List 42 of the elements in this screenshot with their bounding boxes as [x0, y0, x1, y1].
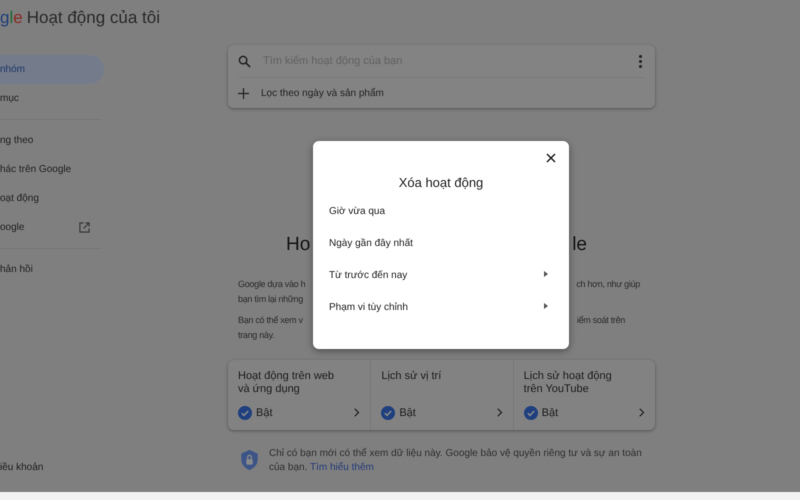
privacy-note: Chỉ có bạn mới có thể xem dữ liệu này. Google bảo vệ quyền riêng tư và sự an toàn của bạn. Tìm hiểu thêm: [269, 447, 643, 475]
chevron-right-icon: [354, 408, 360, 418]
card-title: Hoạt động trên web và ứng dụng: [238, 370, 336, 396]
shield-lock-icon: [240, 449, 259, 471]
activity-card[interactable]: Hoạt động trên web và ứng dụng Bật: [228, 360, 370, 430]
status-label: Bật: [256, 406, 274, 420]
sidebar-item[interactable]: mục: [0, 84, 104, 113]
paragraph-fragment: Google dựa vào h: [238, 278, 306, 291]
learn-more-link[interactable]: Tìm hiểu thêm: [310, 462, 374, 473]
dialog-option[interactable]: Giờ vừa qua: [313, 196, 569, 228]
app-title: Hoạt động của tôi: [26, 7, 160, 30]
paragraph-fragment: iểm soát trên: [576, 314, 625, 327]
logo: gle: [0, 7, 23, 30]
dialog-title: Xóa hoạt động: [398, 174, 484, 192]
activity-card[interactable]: Lịch sử hoạt động trên YouTube Bật: [512, 360, 655, 430]
paragraph-fragment: ch hơn, như giúp: [576, 278, 640, 291]
plus-icon[interactable]: [238, 88, 249, 98]
status-label: Bật: [542, 406, 560, 420]
terms-link[interactable]: iều khoản: [0, 460, 44, 475]
paragraph-fragment: bạn tìm lại những: [238, 293, 304, 306]
filter-link[interactable]: Lọc theo ngày và sản phẩm: [261, 86, 384, 100]
heading-fragment: Ho: [286, 233, 310, 257]
heading-fragment: le: [572, 233, 587, 257]
chevron-right-icon: [638, 408, 645, 418]
search-icon: [238, 54, 251, 68]
close-icon[interactable]: [546, 153, 556, 163]
sidebar-item[interactable]: hác trên Google: [0, 155, 104, 184]
chevron-right-icon: [496, 408, 503, 418]
card-title: Lịch sử vị trí: [381, 370, 442, 383]
sidebar-item[interactable]: ng theo: [0, 126, 104, 155]
sidebar-item[interactable]: hản hồi: [0, 255, 104, 284]
paragraph-fragment: trang này.: [238, 329, 276, 342]
dialog-option[interactable]: Phạm vi tùy chỉnh: [313, 292, 569, 324]
dialog-option[interactable]: Ngày gần đây nhất: [313, 228, 569, 260]
sidebar-item[interactable]: oogle: [0, 213, 104, 242]
status-label: Bật: [399, 406, 417, 420]
paragraph-fragment: Bạn có thể xem v: [238, 314, 303, 327]
dialog-option[interactable]: Từ trước đến nay: [313, 260, 569, 292]
sidebar-item[interactable]: nhóm: [0, 55, 104, 84]
card-title: Lịch sử hoạt động trên YouTube: [524, 370, 613, 396]
sidebar-item[interactable]: oạt động: [0, 184, 104, 213]
activity-card[interactable]: Lịch sử vị trí Bật: [370, 360, 513, 430]
